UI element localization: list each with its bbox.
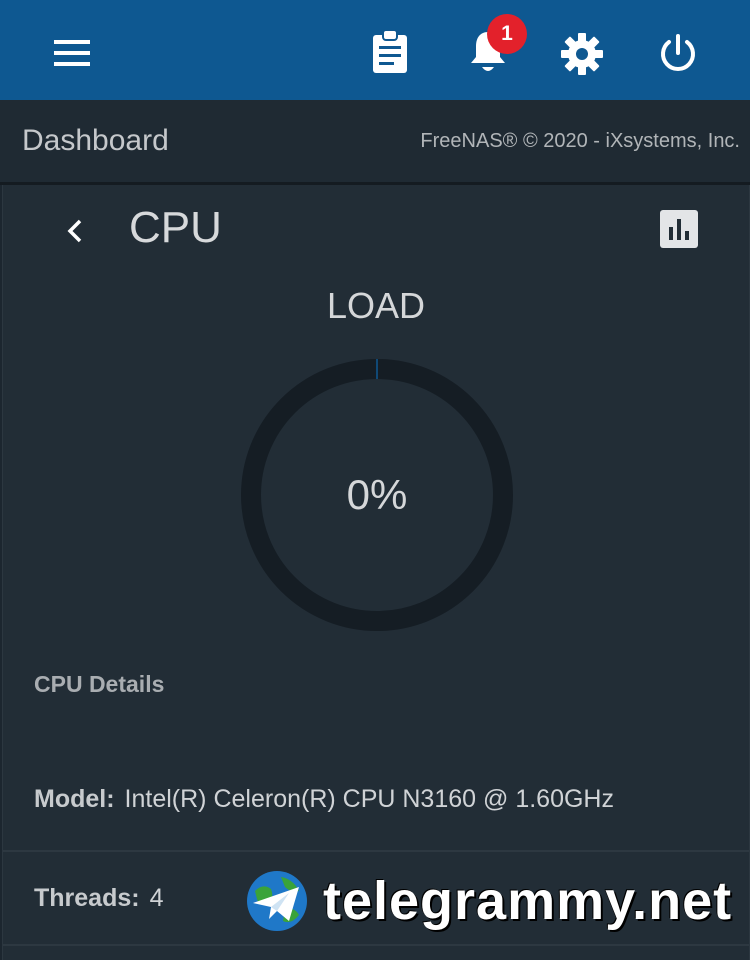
- power-icon: [661, 34, 695, 71]
- cpu-details-heading: CPU Details: [34, 671, 165, 697]
- settings-button[interactable]: [554, 26, 610, 82]
- task-manager-button[interactable]: [364, 26, 416, 78]
- load-gauge: 0%: [241, 359, 513, 631]
- watermark: telegrammy.net: [245, 868, 735, 934]
- clipboard-icon: [373, 29, 407, 73]
- load-value: 0%: [346, 471, 408, 518]
- chevron-left-icon: [67, 219, 82, 243]
- page-header: Dashboard FreeNAS® © 2020 - iXsystems, I…: [0, 100, 750, 185]
- reports-button[interactable]: [659, 209, 699, 249]
- menu-button[interactable]: [46, 30, 98, 76]
- model-row: Model: Intel(R) Celeron(R) CPU N3160 @ 1…: [3, 770, 749, 828]
- model-value: Intel(R) Celeron(R) CPU N3160 @ 1.60GHz: [124, 784, 614, 813]
- gear-icon: [561, 33, 603, 75]
- top-toolbar: 1: [0, 0, 750, 100]
- threads-label: Threads:: [34, 883, 140, 912]
- threads-value: 4: [149, 883, 164, 912]
- watermark-text: telegrammy.net: [323, 871, 733, 931]
- notification-badge: 1: [487, 14, 527, 54]
- back-button[interactable]: [53, 209, 97, 253]
- page-title: Dashboard: [22, 124, 169, 157]
- widget-title: CPU: [129, 203, 222, 252]
- page: 1 Dashboard FreeNAS® © 2020 - iXsystems,…: [0, 0, 750, 960]
- telegram-globe-icon: [247, 871, 307, 931]
- bar-chart-icon: [660, 210, 698, 248]
- menu-icon: [54, 40, 90, 66]
- copyright-text: FreeNAS® © 2020 - iXsystems, Inc.: [420, 130, 740, 152]
- model-label: Model:: [34, 784, 115, 813]
- power-button[interactable]: [650, 26, 706, 82]
- cpu-widget: CPU LOAD 0% CPU Details Model: Intel(R) …: [2, 185, 750, 960]
- load-label: LOAD: [326, 285, 426, 326]
